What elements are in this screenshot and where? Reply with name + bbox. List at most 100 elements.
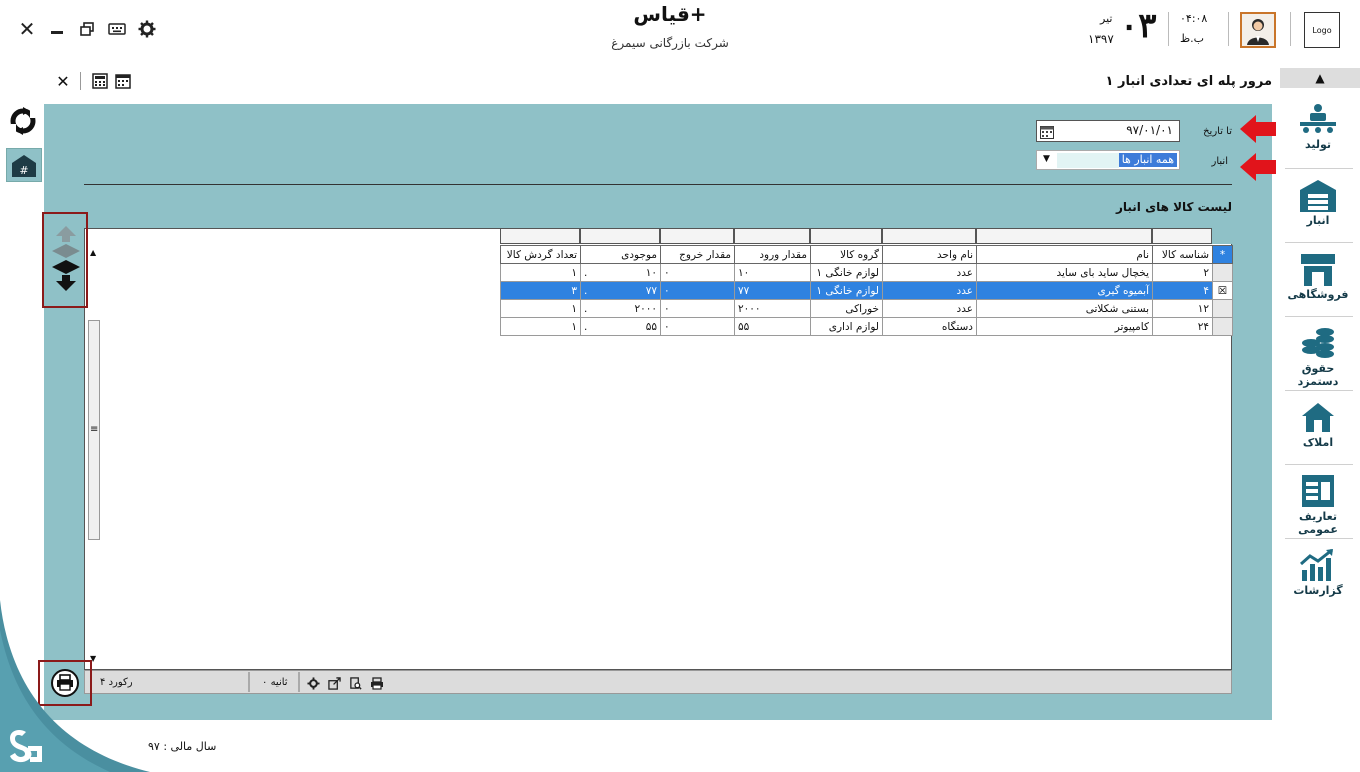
cell-out: ۰ — [660, 281, 735, 300]
nav-item-store[interactable]: فروشگاهی — [1282, 246, 1354, 316]
cell-id: ۱۲ — [1152, 299, 1213, 318]
row-indicator[interactable] — [1212, 317, 1233, 336]
row-indicator[interactable] — [1212, 263, 1233, 282]
nav-item-definitions[interactable]: تعاریف عمومی — [1282, 468, 1354, 538]
restore-icon[interactable] — [74, 14, 100, 44]
title-bar: ✕ قیاس+ شرکت بازرگانی سیمرغ ۱۳۹۷ تیر ۰۳ … — [0, 0, 1360, 62]
table-row[interactable]: ۱ ۲۰۰۰. ۰ ۲۰۰۰ خوراکی عدد بستنی شکلاتی ۱… — [500, 299, 1233, 318]
calculator-icon[interactable] — [89, 70, 111, 92]
cell-turns: ۱ — [500, 299, 581, 318]
nav-item-reports[interactable]: گزارشات — [1282, 542, 1354, 612]
user-icon — [1247, 19, 1269, 45]
divider — [1285, 242, 1353, 243]
nav-item-production[interactable]: تولید — [1282, 96, 1354, 166]
cell-in: ۲۰۰۰ — [734, 299, 811, 318]
filter-cell[interactable] — [660, 228, 734, 244]
warehouse-tab[interactable]: # — [6, 148, 42, 182]
nav-item-warehouse[interactable]: انبار — [1282, 172, 1354, 242]
column-header[interactable]: مقدار ورود — [734, 245, 811, 264]
cell-turns: ۱ — [500, 263, 581, 282]
move-bottom-icon[interactable] — [52, 274, 80, 292]
scroll-up-icon[interactable]: ▲ — [90, 248, 96, 257]
production-icon — [1300, 104, 1336, 133]
column-header[interactable]: نام — [976, 245, 1153, 264]
filter-cell[interactable] — [734, 228, 810, 244]
divider — [1228, 12, 1229, 46]
nav-label: حقوق دستمزد — [1297, 362, 1339, 388]
scroll-grip-icon: ≡ — [90, 424, 99, 435]
nav-scroll-up-icon[interactable]: ▲ — [1280, 68, 1360, 88]
close-icon[interactable]: ✕ — [14, 14, 40, 44]
chevron-down-icon[interactable]: ▼ — [1043, 154, 1050, 164]
column-header[interactable]: شناسه کالا — [1152, 245, 1213, 264]
export-icon[interactable] — [327, 676, 341, 690]
filter-cell[interactable] — [1152, 228, 1212, 244]
new-row-icon[interactable]: * — [1212, 245, 1233, 264]
filter-cell[interactable] — [500, 228, 580, 244]
warehouse-select[interactable]: همه انبار ها ▼ — [1036, 150, 1180, 170]
items-table: تعداد گردش کالا موجودی مقدار خروج مقدار … — [500, 245, 1233, 336]
red-arrow-icon — [1240, 153, 1276, 181]
table-header-row: تعداد گردش کالا موجودی مقدار خروج مقدار … — [500, 245, 1233, 264]
cell-out: ۰ — [660, 263, 735, 282]
cell-group: لوازم خانگی ۱ — [810, 281, 883, 300]
filter-cell[interactable] — [810, 228, 882, 244]
refresh-icon[interactable] — [8, 106, 38, 136]
column-header[interactable]: نام واحد — [882, 245, 977, 264]
to-date-label: تا تاریخ — [1203, 126, 1232, 137]
select-highlight — [1057, 153, 1119, 168]
house-icon — [1302, 403, 1334, 432]
date-year: ۱۳۹۷ — [1088, 32, 1114, 46]
calendar-icon[interactable] — [112, 70, 134, 92]
column-header[interactable]: تعداد گردش کالا — [500, 245, 581, 264]
to-date-field[interactable]: ۹۷/۰۱/۰۱ — [1036, 120, 1180, 142]
cell-in: ۱۰ — [734, 263, 811, 282]
definitions-icon — [1302, 475, 1334, 507]
preview-icon[interactable] — [348, 676, 362, 690]
cell-turns: ۳ — [500, 281, 581, 300]
move-top-icon[interactable] — [52, 226, 80, 244]
divider — [1285, 464, 1353, 465]
app-title: قیاس+ — [633, 2, 707, 26]
move-up-icon[interactable] — [50, 244, 82, 258]
cell-name: کامپیوتر — [976, 317, 1153, 336]
cell-unit: دستگاه — [882, 317, 977, 336]
date-day: ۰۳ — [1120, 6, 1157, 46]
date-month: تیر — [1100, 12, 1113, 25]
cell-out: ۰ — [660, 299, 735, 318]
filter-cell[interactable] — [976, 228, 1152, 244]
svg-text:#: # — [19, 164, 28, 177]
move-down-icon[interactable] — [50, 260, 82, 274]
minimize-icon[interactable] — [44, 14, 70, 44]
warehouse-label: انبار — [1211, 156, 1228, 167]
nav-label: املاک — [1302, 436, 1334, 449]
gear-icon[interactable] — [134, 14, 160, 44]
avatar[interactable] — [1240, 12, 1276, 48]
nav-item-payroll[interactable]: حقوق دستمزد — [1282, 320, 1354, 390]
logo: Logo — [1304, 12, 1340, 48]
close-form-icon[interactable]: ✕ — [52, 70, 74, 92]
cell-stock: ۲۰۰۰. — [580, 299, 661, 318]
column-header[interactable]: گروه کالا — [810, 245, 883, 264]
elapsed-seconds: ۰ ثانیه — [262, 677, 288, 688]
filter-cell[interactable] — [882, 228, 976, 244]
nav-item-properties[interactable]: املاک — [1282, 394, 1354, 464]
cell-stock: ۷۷. — [580, 281, 661, 300]
nav-label: فروشگاهی — [1287, 288, 1349, 301]
cell-in: ۵۵ — [734, 317, 811, 336]
divider — [248, 672, 250, 692]
table-row[interactable]: ۱ ۱۰. ۰ ۱۰ لوازم خانگی ۱ عدد یخچال ساید … — [500, 263, 1233, 282]
settings-icon[interactable] — [306, 676, 320, 690]
table-row[interactable]: ۱ ۵۵. ۰ ۵۵ لوازم اداری دستگاه کامپیوتر ۲… — [500, 317, 1233, 336]
date-picker-icon[interactable] — [1040, 124, 1054, 139]
column-header[interactable]: موجودی — [580, 245, 661, 264]
column-header[interactable]: مقدار خروج — [660, 245, 735, 264]
print-icon[interactable] — [370, 676, 384, 690]
edit-row-icon[interactable]: ☒ — [1212, 281, 1233, 300]
warehouse-select-value: همه انبار ها — [1118, 153, 1177, 167]
keyboard-icon[interactable] — [104, 14, 130, 44]
filter-cell[interactable] — [580, 228, 660, 244]
table-row-selected[interactable]: ۳ ۷۷. ۰ ۷۷ لوازم خانگی ۱ عدد آبمیوه گیری… — [500, 281, 1233, 300]
row-indicator[interactable] — [1212, 299, 1233, 318]
divider — [1285, 168, 1353, 169]
